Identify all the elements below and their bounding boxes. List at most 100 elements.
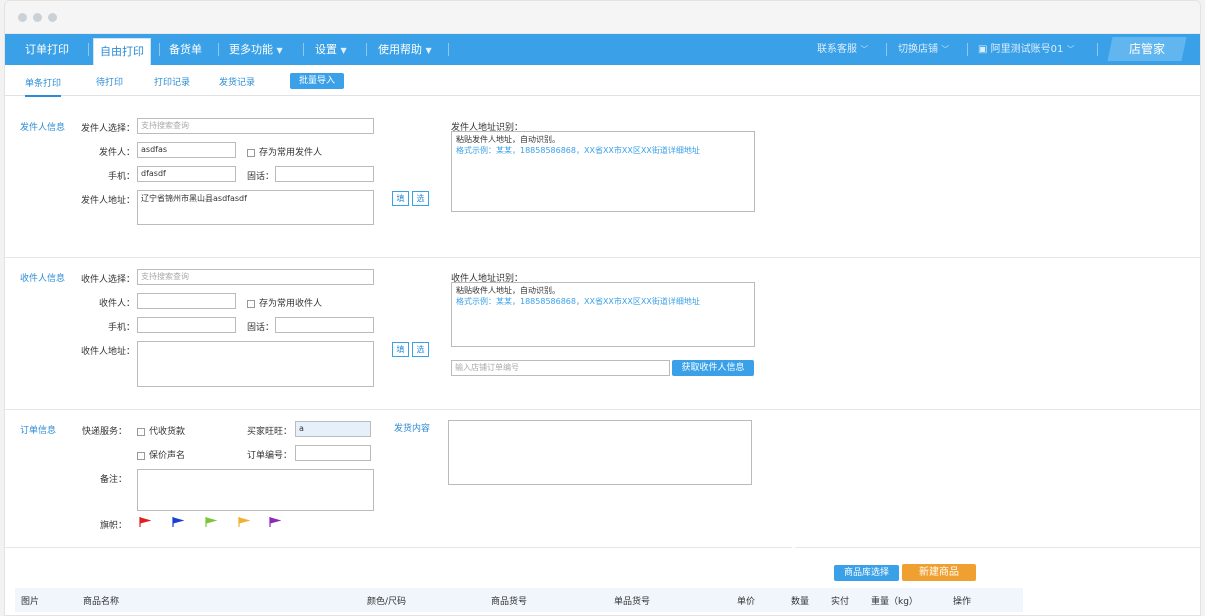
flag-purple-icon[interactable] bbox=[269, 517, 281, 527]
flag-blue-icon[interactable] bbox=[172, 517, 184, 527]
sub-tabs: 单条打印 待打印 打印记录 发货记录 批量导入 bbox=[5, 65, 1200, 97]
tab-single-print[interactable]: 单条打印 bbox=[25, 76, 62, 97]
buyer-wangwang-label: 买家旺旺： bbox=[246, 427, 292, 437]
col-image: 图片 bbox=[21, 597, 40, 607]
receiver-phone-label: 手机： bbox=[107, 323, 135, 333]
receiver-address-textarea[interactable] bbox=[137, 341, 374, 387]
sender-phone-input[interactable]: dfasdf bbox=[137, 166, 236, 182]
receiver-tel-input[interactable] bbox=[275, 317, 374, 333]
sender-tel-input[interactable] bbox=[275, 166, 374, 182]
insured-checkbox[interactable]: 保价声名 bbox=[137, 448, 185, 461]
chevron-down-icon: ▼ bbox=[425, 46, 432, 55]
cod-label: 代收货款 bbox=[149, 427, 186, 437]
flag-green-icon[interactable] bbox=[205, 517, 217, 527]
nav-separator bbox=[448, 43, 449, 56]
tab-pending-print[interactable]: 待打印 bbox=[96, 75, 123, 88]
sender-ident-textarea[interactable]: 粘贴发件人地址，自动识别。 格式示例：某某，18858586868，XX省XX市… bbox=[451, 131, 755, 212]
sender-fill-button[interactable]: 填 bbox=[392, 191, 409, 206]
receiver-select-input[interactable]: 支持搜索查询 bbox=[137, 269, 374, 285]
sender-select-label: 发件人选择： bbox=[80, 124, 135, 134]
account-icon: ▣ bbox=[978, 44, 988, 55]
title-bar bbox=[5, 1, 1200, 34]
checkbox[interactable] bbox=[247, 148, 255, 157]
nav-help[interactable]: 使用帮助 ▼ bbox=[378, 34, 432, 65]
nav-separator bbox=[218, 43, 219, 56]
new-goods-button[interactable]: 新建商品 bbox=[902, 564, 976, 581]
sender-name-input[interactable]: asdfas bbox=[137, 142, 236, 158]
receiver-ident-textarea[interactable]: 粘贴收件人地址，自动识别。 格式示例：某某，18858586868，XX省XX市… bbox=[451, 282, 755, 347]
sender-ident-hint: 粘贴发件人地址，自动识别。 bbox=[456, 135, 560, 144]
sender-save-common-label: 存为常用发件人 bbox=[259, 148, 323, 158]
chevron-down-icon: ﹀ bbox=[860, 45, 869, 54]
flag-yellow-icon[interactable] bbox=[238, 517, 250, 527]
chevron-down-icon: ▼ bbox=[340, 46, 347, 55]
nav-separator bbox=[886, 43, 887, 56]
cod-checkbox[interactable]: 代收货款 bbox=[137, 424, 185, 437]
nav-order-print[interactable]: 订单打印 bbox=[25, 34, 69, 65]
sender-name-label: 发件人： bbox=[98, 148, 135, 158]
checkbox[interactable] bbox=[137, 427, 145, 436]
nav-separator bbox=[88, 43, 89, 56]
brand-logo-text: 店管家 bbox=[1128, 42, 1165, 56]
section-divider bbox=[5, 257, 1200, 258]
remark-textarea[interactable] bbox=[137, 469, 374, 511]
receiver-save-common-label: 存为常用收件人 bbox=[259, 299, 323, 309]
receiver-save-common[interactable]: 存为常用收件人 bbox=[247, 296, 322, 309]
nav-separator bbox=[366, 43, 367, 56]
batch-import-button[interactable]: 批量导入 bbox=[290, 73, 344, 89]
ship-content-textarea[interactable] bbox=[448, 420, 752, 485]
nav-free-print[interactable]: 自由打印 bbox=[93, 38, 151, 65]
buyer-wangwang-input[interactable]: a bbox=[295, 421, 371, 437]
nav-separator bbox=[967, 43, 968, 56]
nav-settings[interactable]: 设置 ▼ bbox=[315, 34, 347, 65]
shop-order-no-input[interactable]: 输入店铺订单编号 bbox=[451, 360, 670, 376]
flag-red-icon[interactable] bbox=[139, 517, 151, 527]
top-nav: 订单打印 自由打印 备货单 更多功能 ▼ 设置 ▼ 使用帮助 ▼ 联系客服 ﹀ … bbox=[5, 34, 1200, 65]
tab-print-records[interactable]: 打印记录 bbox=[154, 75, 190, 88]
chevron-down-icon: ﹀ bbox=[1066, 45, 1075, 54]
sender-select-input[interactable]: 支持搜索查询 bbox=[137, 118, 374, 134]
col-item-sku: 单品货号 bbox=[614, 597, 651, 607]
checkbox[interactable] bbox=[137, 451, 145, 460]
receiver-address-label: 收件人地址： bbox=[80, 347, 135, 357]
order-no-input[interactable] bbox=[295, 445, 371, 461]
window-dot-3[interactable] bbox=[48, 13, 57, 22]
nav-switch-shop[interactable]: 切换店铺 ﹀ bbox=[898, 34, 949, 65]
sender-address-textarea[interactable]: 辽宁省锦州市黑山县asdfasdf bbox=[137, 190, 374, 225]
nav-stock-list[interactable]: 备货单 bbox=[169, 34, 202, 65]
nav-account[interactable]: ▣ 阿里测试账号01 ﹀ bbox=[978, 34, 1075, 65]
nav-account-label: 阿里测试账号01 bbox=[990, 44, 1064, 55]
receiver-tel-label: 固话： bbox=[247, 323, 275, 333]
col-quantity: 数量 bbox=[791, 597, 810, 607]
ship-content-title: 发货内容 bbox=[394, 424, 431, 434]
nav-more-features[interactable]: 更多功能 ▼ bbox=[229, 34, 283, 65]
insured-label: 保价声名 bbox=[149, 451, 186, 461]
receiver-name-label: 收件人： bbox=[98, 299, 135, 309]
tab-ship-records[interactable]: 发货记录 bbox=[219, 75, 255, 88]
window-dot-1[interactable] bbox=[18, 13, 27, 22]
window-dot-2[interactable] bbox=[33, 13, 42, 22]
nav-separator bbox=[159, 43, 160, 56]
nav-separator bbox=[1097, 43, 1098, 56]
col-unit-price: 单价 bbox=[737, 597, 756, 607]
nav-contact-service[interactable]: 联系客服 ﹀ bbox=[817, 34, 868, 65]
order-section-title: 订单信息 bbox=[20, 426, 57, 436]
checkbox[interactable] bbox=[247, 299, 255, 308]
get-receiver-info-button[interactable]: 获取收件人信息 bbox=[672, 360, 754, 376]
receiver-name-input[interactable] bbox=[137, 293, 236, 309]
flag-label: 旗帜： bbox=[99, 521, 127, 531]
sender-tel-label: 固话： bbox=[247, 172, 275, 182]
col-goods-name: 商品名称 bbox=[83, 597, 120, 607]
receiver-fill-button[interactable]: 填 bbox=[392, 342, 409, 357]
chevron-down-icon: ▼ bbox=[276, 46, 283, 55]
sender-select-button[interactable]: 选 bbox=[412, 191, 429, 206]
col-operation: 操作 bbox=[953, 597, 972, 607]
sender-phone-label: 手机： bbox=[107, 172, 135, 182]
order-no-label: 订单编号： bbox=[246, 451, 292, 461]
goods-library-select-button[interactable]: 商品库选择 bbox=[834, 565, 899, 581]
receiver-select-button[interactable]: 选 bbox=[412, 342, 429, 357]
sender-save-common[interactable]: 存为常用发件人 bbox=[247, 145, 322, 158]
nav-more-label: 更多功能 bbox=[229, 43, 273, 56]
receiver-phone-input[interactable] bbox=[137, 317, 236, 333]
sender-ident-example: 格式示例：某某，18858586868，XX省XX市XX区XX街道详细地址 bbox=[456, 146, 700, 155]
